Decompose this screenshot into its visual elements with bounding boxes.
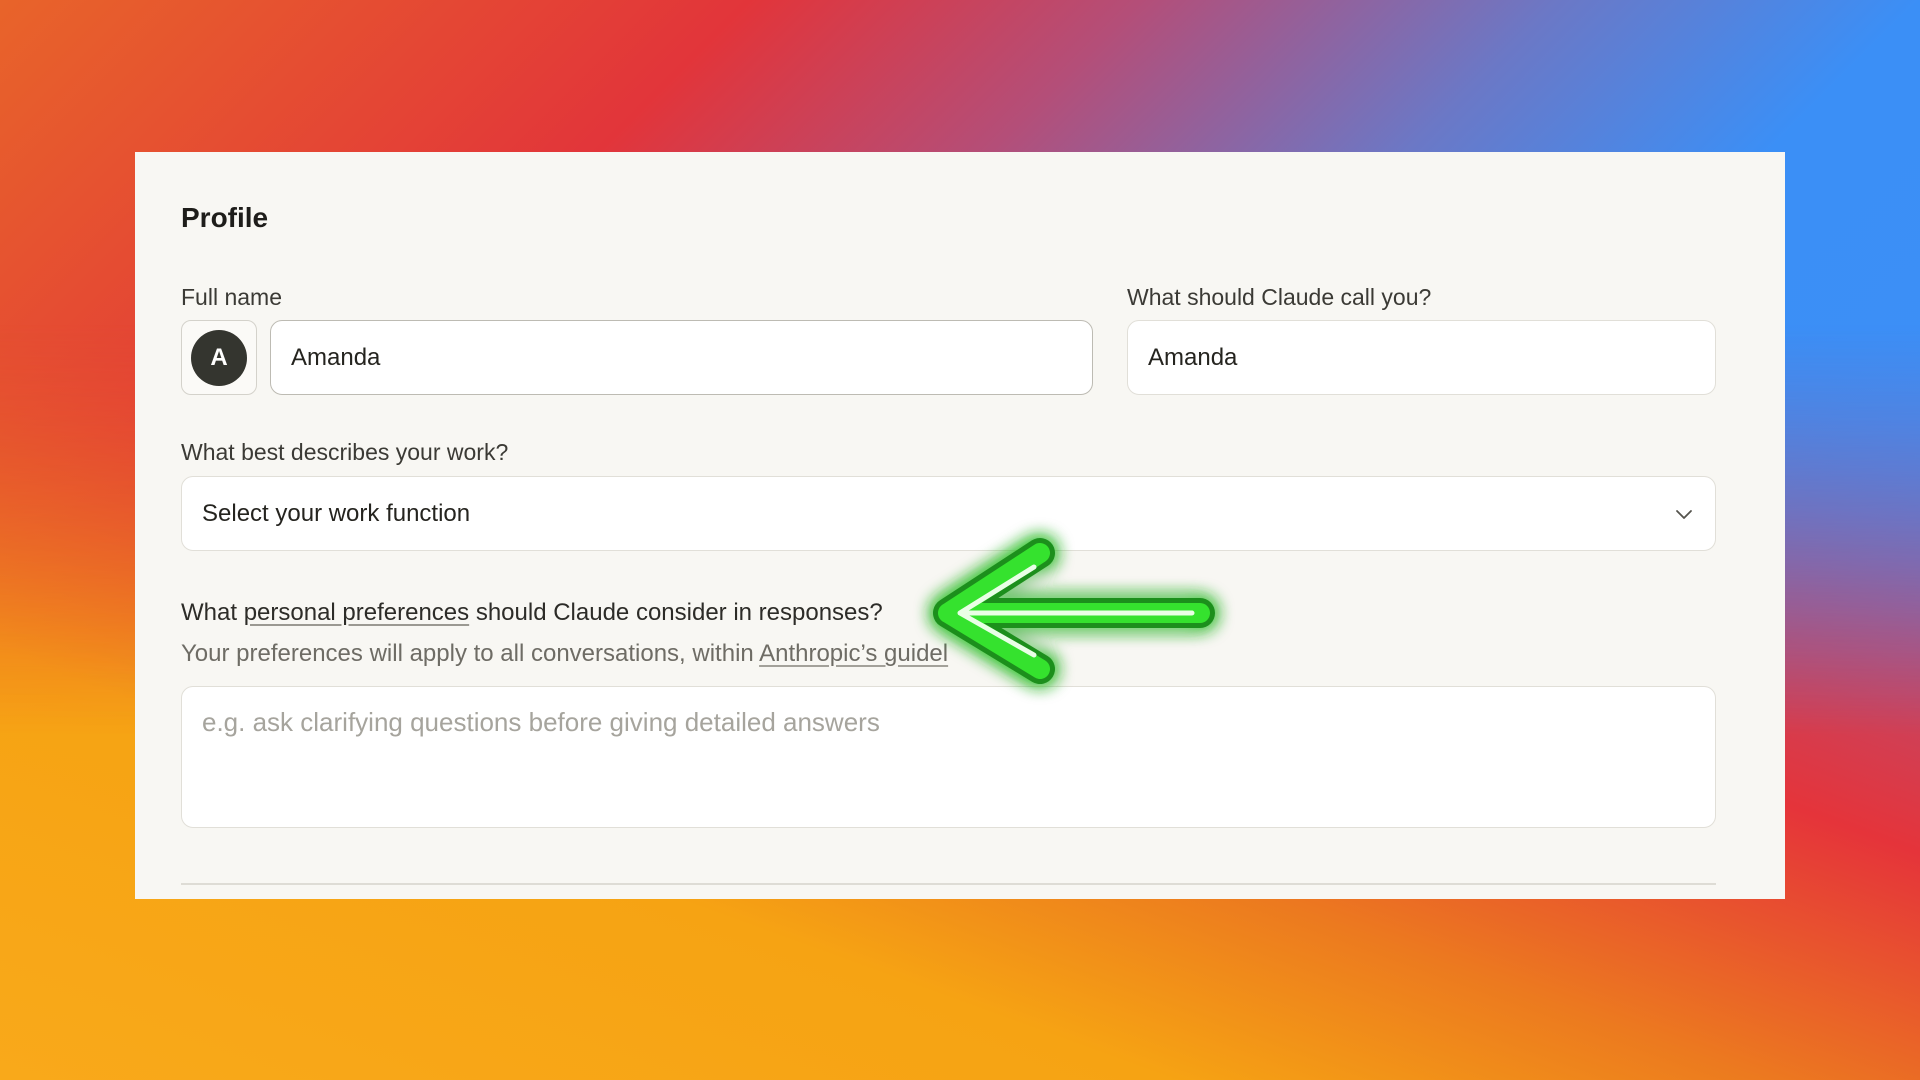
preferences-question: What personal preferences should Claude … (181, 599, 883, 627)
avatar: A (191, 329, 247, 386)
page-title: Profile (181, 202, 269, 233)
anthropic-guidelines-link[interactable]: Anthropic’s guidel (759, 640, 948, 667)
preferences-question-prefix: What (181, 599, 244, 626)
work-function-label: What best describes your work? (181, 439, 509, 465)
avatar-button[interactable]: A (181, 320, 257, 395)
section-divider (181, 883, 1716, 885)
full-name-label: Full name (181, 284, 282, 310)
preferences-textarea[interactable] (181, 686, 1716, 828)
profile-settings-card: Profile Full name A What should Claude c… (135, 152, 1785, 899)
preferences-question-suffix: should Claude consider in responses? (469, 599, 883, 626)
full-name-input[interactable] (270, 320, 1093, 395)
chevron-down-icon (1676, 509, 1692, 519)
preferences-helper-text: Your preferences will apply to all conve… (181, 640, 948, 668)
arrow-left-icon (933, 538, 1215, 684)
call-you-label: What should Claude call you? (1127, 284, 1432, 310)
work-function-selected-value: Select your work function (202, 499, 471, 527)
preferences-helper-prefix: Your preferences will apply to all conve… (181, 640, 760, 667)
call-you-input[interactable] (1127, 320, 1716, 395)
personal-preferences-link[interactable]: personal preferences (244, 599, 469, 626)
